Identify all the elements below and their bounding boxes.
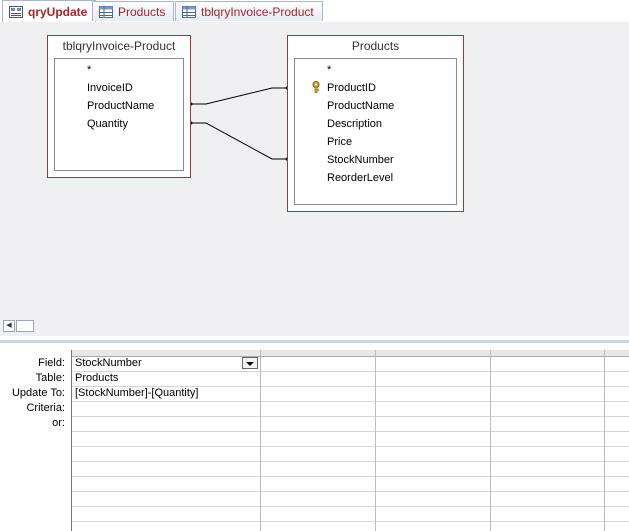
query-icon bbox=[9, 5, 23, 18]
field-item[interactable]: Quantity bbox=[87, 117, 128, 131]
table-icon bbox=[182, 5, 196, 18]
document-tab-bar: qryUpdate Products tblqryInvoice-Product bbox=[0, 0, 629, 23]
table-cell[interactable]: Products bbox=[75, 371, 118, 386]
update-to-cell[interactable]: [StockNumber]-[Quantity] bbox=[75, 386, 199, 401]
join-line-quantity bbox=[190, 122, 288, 160]
grid-column-4[interactable] bbox=[491, 350, 605, 531]
table-box-tblqryinvoice-product[interactable]: tblqryInvoice-Product * InvoiceID Produc… bbox=[47, 35, 191, 178]
grid-column-2[interactable] bbox=[261, 350, 376, 531]
tab-label: qryUpdate bbox=[28, 4, 88, 19]
table-box-products[interactable]: Products * ProductID ProductName Descrip… bbox=[287, 35, 464, 212]
tab-tblqryinvoice-product[interactable]: tblqryInvoice-Product bbox=[175, 1, 323, 21]
tab-label: tblqryInvoice-Product bbox=[201, 4, 314, 19]
table-title: tblqryInvoice-Product bbox=[48, 36, 190, 56]
grid-column-5[interactable] bbox=[605, 350, 629, 531]
table-title: Products bbox=[288, 36, 463, 56]
tab-products[interactable]: Products bbox=[92, 1, 175, 21]
join-line-productname bbox=[190, 87, 288, 105]
scroll-left-button[interactable]: ◀ bbox=[3, 320, 15, 332]
field-item[interactable]: * bbox=[327, 63, 331, 77]
query-design-grid: Field: Table: Update To: Criteria: or: S… bbox=[0, 343, 629, 531]
table-icon bbox=[99, 5, 113, 18]
row-label-field: Field: bbox=[38, 357, 65, 369]
tab-label: Products bbox=[118, 4, 166, 19]
query-designer-pane[interactable]: tblqryInvoice-Product * InvoiceID Produc… bbox=[0, 22, 629, 318]
primary-key-icon bbox=[312, 81, 320, 93]
field-dropdown-button[interactable] bbox=[242, 357, 258, 369]
field-item[interactable]: * bbox=[87, 63, 91, 77]
grid-column-3[interactable] bbox=[376, 350, 491, 531]
scroll-thumb[interactable] bbox=[16, 320, 34, 332]
row-label-update-to: Update To: bbox=[11, 387, 65, 399]
field-item[interactable]: StockNumber bbox=[327, 153, 394, 167]
tab-qryupdate[interactable]: qryUpdate bbox=[2, 0, 97, 22]
field-item[interactable]: ProductName bbox=[87, 99, 154, 113]
row-label-or: or: bbox=[52, 417, 65, 429]
grid-column-1[interactable]: StockNumber Products [StockNumber]-[Quan… bbox=[72, 350, 261, 531]
field-item[interactable]: ProductID bbox=[327, 81, 376, 95]
row-label-table: Table: bbox=[35, 372, 65, 384]
field-item[interactable]: Description bbox=[327, 117, 382, 131]
field-item[interactable]: ReorderLevel bbox=[327, 171, 393, 185]
field-cell[interactable]: StockNumber bbox=[75, 356, 142, 371]
row-label-criteria: Criteria: bbox=[26, 402, 65, 414]
field-list: * InvoiceID ProductName Quantity bbox=[54, 58, 184, 171]
design-grid-cells: StockNumber Products [StockNumber]-[Quan… bbox=[71, 350, 629, 531]
field-list: * ProductID ProductName Description Pric… bbox=[294, 58, 457, 205]
horizontal-scrollbar[interactable]: ◀ bbox=[0, 318, 629, 336]
field-item[interactable]: Price bbox=[327, 135, 352, 149]
field-item[interactable]: InvoiceID bbox=[87, 81, 133, 95]
field-item[interactable]: ProductName bbox=[327, 99, 394, 113]
